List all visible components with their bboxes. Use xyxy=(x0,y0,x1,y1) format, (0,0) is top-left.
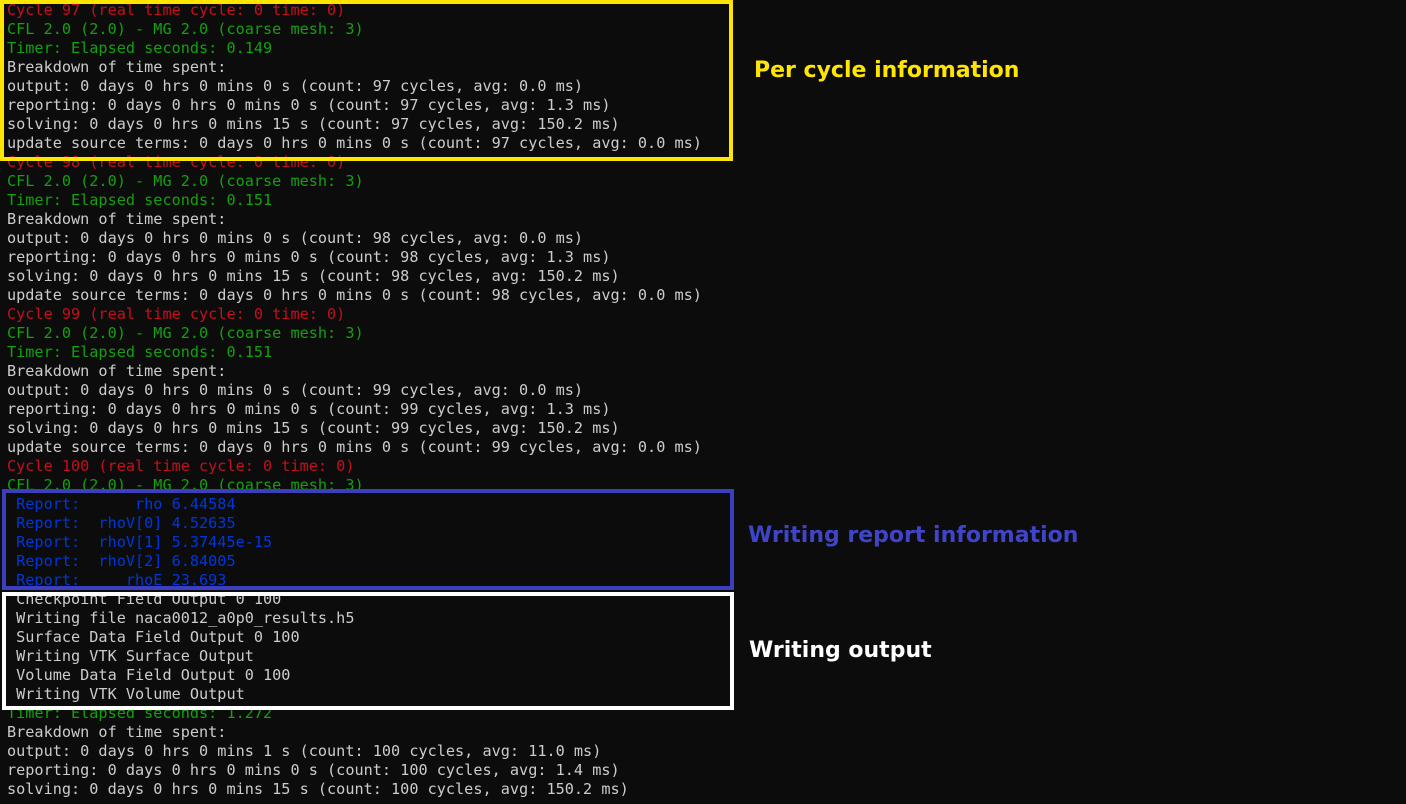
terminal-line: CFL 2.0 (2.0) - MG 2.0 (coarse mesh: 3) xyxy=(7,324,364,342)
terminal-line: output: 0 days 0 hrs 0 mins 0 s (count: … xyxy=(7,229,584,247)
terminal-line: reporting: 0 days 0 hrs 0 mins 0 s (coun… xyxy=(7,400,611,418)
per-cycle-highlight-box xyxy=(0,0,733,161)
terminal-line: output: 0 days 0 hrs 0 mins 0 s (count: … xyxy=(7,381,584,399)
terminal-line: solving: 0 days 0 hrs 0 mins 15 s (count… xyxy=(7,419,620,437)
per-cycle-annotation-label: Per cycle information xyxy=(754,58,1020,83)
terminal-line: solving: 0 days 0 hrs 0 mins 15 s (count… xyxy=(7,267,620,285)
terminal-line: update source terms: 0 days 0 hrs 0 mins… xyxy=(7,438,702,456)
terminal-line: CFL 2.0 (2.0) - MG 2.0 (coarse mesh: 3) xyxy=(7,172,364,190)
terminal-line: output: 0 days 0 hrs 0 mins 1 s (count: … xyxy=(7,742,602,760)
output-highlight-box xyxy=(2,592,734,710)
terminal-line: Cycle 99 (real time cycle: 0 time: 0) xyxy=(7,305,346,323)
terminal-line: Cycle 100 (real time cycle: 0 time: 0) xyxy=(7,457,355,475)
terminal-line: solving: 0 days 0 hrs 0 mins 15 s (count… xyxy=(7,780,629,798)
report-highlight-box xyxy=(2,489,734,590)
terminal-line: Breakdown of time spent: xyxy=(7,362,227,380)
terminal-line: reporting: 0 days 0 hrs 0 mins 0 s (coun… xyxy=(7,248,611,266)
terminal-line: reporting: 0 days 0 hrs 0 mins 0 s (coun… xyxy=(7,761,620,779)
terminal-line: Timer: Elapsed seconds: 0.151 xyxy=(7,343,273,361)
terminal-line: Timer: Elapsed seconds: 0.151 xyxy=(7,191,273,209)
output-annotation-label: Writing output xyxy=(749,638,932,663)
terminal-line: update source terms: 0 days 0 hrs 0 mins… xyxy=(7,286,702,304)
terminal-line: Breakdown of time spent: xyxy=(7,210,227,228)
report-annotation-label: Writing report information xyxy=(748,523,1079,548)
terminal-line: Breakdown of time spent: xyxy=(7,723,227,741)
